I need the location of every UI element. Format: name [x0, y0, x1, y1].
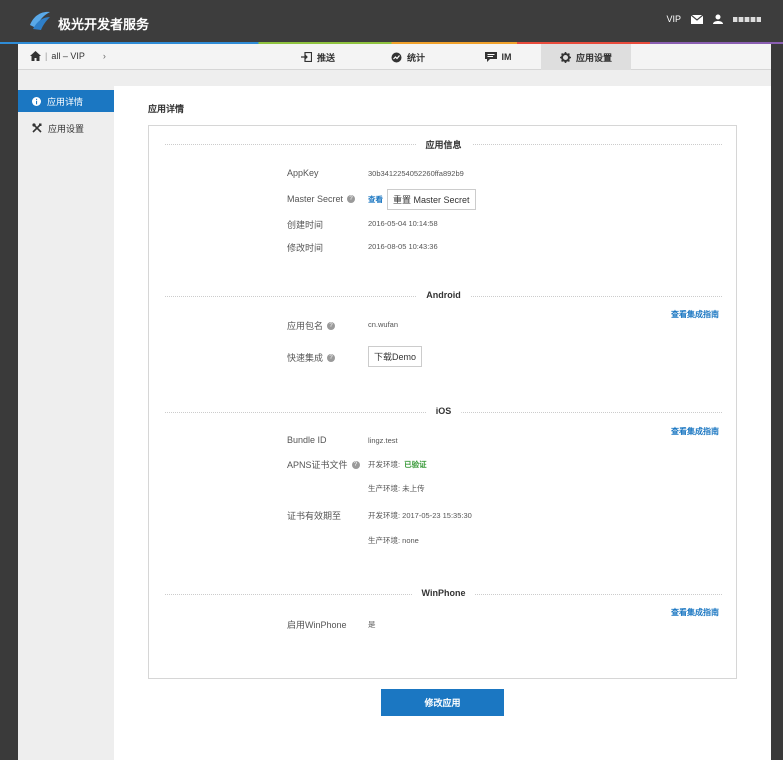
enable-winphone-value: 是: [368, 620, 376, 629]
content-area: 应用详情 应用信息 AppKey 30b3412254052260ffa892b…: [114, 86, 771, 760]
ios-guide-link[interactable]: 查看集成指南: [671, 426, 719, 437]
apns-prod-status: 生产环境: 未上传: [368, 484, 425, 493]
created-time-value: 2016-05-04 10:14:58: [368, 219, 438, 228]
brand-title: 极光开发者服务: [58, 17, 150, 32]
android-guide-link[interactable]: 查看集成指南: [671, 309, 719, 320]
app-details-panel: 应用信息 AppKey 30b3412254052260ffa892b9 Mas…: [148, 125, 737, 679]
view-master-secret-link[interactable]: 查看: [368, 194, 383, 205]
package-label-row: 应用包名 ?: [287, 319, 336, 332]
section-title: Android: [416, 290, 471, 300]
breadcrumb-separator: |: [45, 51, 48, 61]
chevron-right-icon[interactable]: ›: [103, 51, 106, 61]
download-demo-button[interactable]: 下载Demo: [368, 346, 423, 367]
sidebar-item-label: 应用设置: [48, 123, 85, 134]
winphone-guide-link[interactable]: 查看集成指南: [671, 607, 719, 618]
cert-validity-dev: 开发环境: 2017-05-23 15:35:30: [368, 511, 472, 520]
section-title: 应用信息: [415, 138, 472, 151]
appkey-value: 30b3412254052260ffa892b9: [368, 169, 464, 178]
vip-badge[interactable]: VIP: [666, 14, 681, 24]
bundle-id-value: lingz.test: [368, 436, 398, 445]
section-header-android: Android: [165, 290, 722, 302]
tab-im[interactable]: IM: [458, 44, 538, 70]
push-icon: [300, 52, 312, 62]
tab-stats[interactable]: 统计: [368, 44, 448, 70]
sidebar-item-label: 应用详情: [47, 96, 84, 107]
tab-im-label: IM: [501, 52, 512, 62]
top-bar: 极光开发者服务 VIP: [0, 0, 783, 42]
appkey-label: AppKey: [287, 168, 319, 178]
section-header-app-info: 应用信息: [165, 138, 722, 151]
cert-validity-prod: 生产环境: none: [368, 536, 419, 545]
tab-push-label: 推送: [316, 52, 335, 63]
apns-dev-status-row: 开发环境: 已验证: [368, 459, 427, 470]
nav-bar: | all – VIP › 推送 统计 IM 应用设置: [18, 44, 771, 70]
modified-time-value: 2016-08-05 10:43:36: [368, 242, 438, 251]
help-icon[interactable]: ?: [347, 195, 356, 203]
section-title: WinPhone: [411, 588, 476, 598]
reset-master-secret-button[interactable]: 重置 Master Secret: [387, 189, 476, 210]
tab-push[interactable]: 推送: [278, 44, 358, 70]
quick-integration-label: 快速集成: [287, 353, 324, 363]
apns-dev-prefix: 开发环境:: [368, 460, 401, 469]
tab-stats-label: 统计: [406, 52, 425, 63]
created-time-label: 创建时间: [287, 220, 324, 230]
user-icon[interactable]: [713, 14, 723, 24]
jiguang-logo-icon[interactable]: [28, 9, 52, 31]
breadcrumb-app[interactable]: all – VIP: [51, 51, 85, 61]
help-icon[interactable]: ?: [327, 321, 336, 330]
sidebar: 应用详情 应用设置: [18, 86, 114, 760]
quick-integration-label-row: 快速集成 ?: [287, 351, 336, 364]
home-icon[interactable]: [30, 51, 41, 61]
enable-winphone-label: 启用WinPhone: [287, 620, 347, 630]
section-header-ios: iOS: [165, 406, 722, 418]
username[interactable]: [733, 17, 761, 22]
apns-verified-badge: 已验证: [404, 460, 427, 469]
gear-icon: [559, 51, 571, 63]
cert-validity-label: 证书有效期至: [287, 511, 342, 521]
top-right-tools: VIP: [666, 14, 761, 24]
help-icon[interactable]: ?: [327, 353, 336, 362]
bundle-id-label: Bundle ID: [287, 435, 327, 445]
mail-icon[interactable]: [691, 14, 703, 24]
sidebar-item-app-settings[interactable]: 应用设置: [18, 117, 114, 139]
package-value: cn.wufan: [368, 320, 399, 329]
section-header-winphone: WinPhone: [165, 588, 722, 600]
master-secret-label-row: Master Secret ?: [287, 194, 356, 204]
modified-time-label: 修改时间: [287, 243, 324, 253]
page-title: 应用详情: [148, 104, 185, 114]
quick-integration-actions: 下载Demo: [368, 346, 423, 367]
chart-icon: [391, 52, 402, 62]
master-secret-actions: 查看 重置 Master Secret: [368, 189, 476, 210]
tab-app-settings-label: 应用设置: [575, 52, 612, 63]
package-label: 应用包名: [287, 321, 324, 331]
info-icon: [32, 96, 41, 106]
tab-app-settings[interactable]: 应用设置: [541, 44, 631, 70]
tools-icon: [32, 123, 42, 133]
chat-icon: [484, 52, 497, 62]
apns-label-row: APNS证书文件 ?: [287, 458, 360, 471]
apns-label: APNS证书文件: [287, 460, 348, 470]
modify-app-button[interactable]: 修改应用: [381, 689, 504, 716]
sidebar-item-app-details[interactable]: 应用详情: [18, 90, 114, 112]
help-icon[interactable]: ?: [351, 460, 360, 469]
section-title: iOS: [425, 406, 462, 416]
master-secret-label: Master Secret: [287, 194, 344, 204]
breadcrumb[interactable]: | all – VIP ›: [30, 51, 106, 61]
